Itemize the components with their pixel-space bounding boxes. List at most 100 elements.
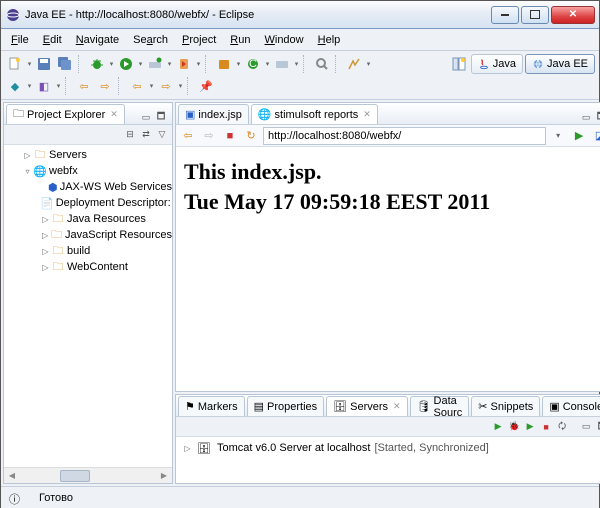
dropdown-icon[interactable]: ▾ [55, 82, 62, 90]
view-menu-button[interactable]: ▽ [155, 128, 169, 142]
tree-item-dd[interactable]: 📄Deployment Descriptor: s [4, 195, 172, 211]
menu-edit[interactable]: Edit [37, 32, 68, 48]
maximize-view-button[interactable]: 🗖 [154, 110, 168, 124]
profile-server-button[interactable]: ▶ [523, 420, 537, 434]
browser-fwd-button[interactable]: ⇨ [200, 127, 218, 145]
menu-search[interactable]: Search [127, 32, 174, 48]
open-perspective-button[interactable] [449, 54, 469, 74]
tree-item-webcontent[interactable]: ▷🗀WebContent [4, 259, 172, 275]
run-server-dropdown[interactable]: ▾ [166, 60, 173, 68]
toggle-breadcrumb-button[interactable]: ◆ [5, 76, 25, 96]
debug-dropdown[interactable]: ▾ [108, 60, 115, 68]
menu-window[interactable]: Window [258, 32, 309, 48]
tree-item-build[interactable]: ▷🗀build [4, 243, 172, 259]
tab-snippets[interactable]: ✂Snippets [471, 396, 540, 416]
new-package-button[interactable] [214, 54, 234, 74]
tab-markers[interactable]: ⚑Markers [178, 396, 245, 416]
publish-server-button[interactable]: 🗘 [555, 420, 569, 434]
scroll-left-icon[interactable]: ◀ [4, 469, 20, 483]
start-server-button[interactable]: ▶ [491, 420, 505, 434]
url-dropdown[interactable]: ▾ [549, 127, 567, 145]
new-button[interactable] [5, 54, 25, 74]
external-tools-dropdown[interactable]: ▾ [195, 60, 202, 68]
perspective-java[interactable]: Java [471, 54, 523, 74]
url-input[interactable] [263, 127, 546, 145]
debug-button[interactable] [87, 54, 107, 74]
tab-console[interactable]: ▣Console [542, 396, 600, 416]
history-back-button[interactable]: ⇦ [127, 76, 147, 96]
open-type-button[interactable] [312, 54, 332, 74]
new-server-button[interactable] [272, 54, 292, 74]
menu-run[interactable]: Run [224, 32, 256, 48]
menu-navigate[interactable]: Navigate [70, 32, 125, 48]
tree-item-jaxws[interactable]: ⬢JAX-WS Web Services [4, 179, 172, 195]
external-tools-button[interactable] [174, 54, 194, 74]
nav-back-button[interactable]: ⇦ [74, 76, 94, 96]
tab-datasource[interactable]: 🛢Data Sourc [410, 396, 470, 416]
search-button[interactable] [344, 54, 364, 74]
close-icon[interactable]: ✕ [110, 109, 118, 120]
server-row[interactable]: ▷ 🗄 Tomcat v6.0 Server at localhost [Sta… [176, 439, 600, 457]
project-explorer-tab[interactable]: 🗀 Project Explorer ✕ [6, 104, 125, 124]
stop-server-button[interactable]: ■ [539, 420, 553, 434]
minimize-view-button[interactable]: ▭ [579, 110, 593, 124]
close-icon[interactable]: ✕ [363, 109, 371, 120]
tree-item-jsres[interactable]: ▷🗀JavaScript Resources [4, 227, 172, 243]
new-class-button[interactable]: C [243, 54, 263, 74]
perspective-javaee[interactable]: Java EE [525, 54, 595, 74]
browser-home-button[interactable]: ◪ [591, 127, 600, 145]
editor-tab-stimulsoft[interactable]: 🌐stimulsoft reports✕ [251, 104, 378, 124]
new-class-dropdown[interactable]: ▾ [264, 60, 271, 68]
scroll-right-icon[interactable]: ▶ [156, 469, 172, 483]
debug-server-button[interactable]: 🐞 [507, 420, 521, 434]
dropdown-icon[interactable]: ▾ [26, 82, 33, 90]
save-button[interactable] [34, 54, 54, 74]
pin-button[interactable]: 📌 [196, 76, 216, 96]
menu-help[interactable]: Help [312, 32, 347, 48]
menu-file[interactable]: File [5, 32, 35, 48]
toggle-mark-button[interactable]: ◧ [34, 76, 54, 96]
minimize-button[interactable] [491, 6, 519, 24]
close-button[interactable] [551, 6, 595, 24]
browser-icon: 🌐 [258, 108, 272, 121]
history-fwd-button[interactable]: ⇨ [156, 76, 176, 96]
nav-fwd-button[interactable]: ⇨ [95, 76, 115, 96]
close-icon[interactable]: ✕ [393, 401, 401, 412]
collapse-all-button[interactable]: ⊟ [123, 128, 137, 142]
new-server-dropdown[interactable]: ▾ [293, 60, 300, 68]
run-dropdown[interactable]: ▾ [137, 60, 144, 68]
maximize-button[interactable] [521, 6, 549, 24]
tree-item-javares[interactable]: ▷🗀Java Resources [4, 211, 172, 227]
servers-icon: 🗄 [333, 400, 347, 413]
tree-item-servers[interactable]: ▷🗀Servers [4, 147, 172, 163]
new-dropdown[interactable]: ▾ [26, 60, 33, 68]
dropdown-icon[interactable]: ▾ [148, 82, 155, 90]
new-package-dropdown[interactable]: ▾ [235, 60, 242, 68]
tab-servers[interactable]: 🗄Servers✕ [326, 396, 407, 416]
webservice-icon: ⬢ [48, 180, 58, 194]
browser-refresh-button[interactable]: ↻ [242, 127, 260, 145]
project-tree[interactable]: ▷🗀Servers ▿🌐webfx ⬢JAX-WS Web Services 📄… [4, 147, 172, 275]
scroll-thumb[interactable] [60, 470, 90, 482]
saveall-button[interactable] [55, 54, 75, 74]
tree-item-webfx[interactable]: ▿🌐webfx [4, 163, 172, 179]
editor-tab-index[interactable]: ▣index.jsp [178, 104, 249, 124]
maximize-view-button[interactable]: 🗖 [595, 420, 600, 434]
run-server-button[interactable] [145, 54, 165, 74]
horizontal-scrollbar[interactable]: ◀ ▶ [4, 467, 172, 483]
run-button[interactable] [116, 54, 136, 74]
folder-icon: 🗀 [51, 260, 65, 274]
link-editor-button[interactable]: ⇄ [139, 128, 153, 142]
menu-project[interactable]: Project [176, 32, 222, 48]
browser-back-button[interactable]: ⇦ [179, 127, 197, 145]
go-button[interactable]: ▶ [570, 127, 588, 145]
minimize-view-button[interactable]: ▭ [139, 110, 153, 124]
dropdown-icon[interactable]: ▾ [177, 82, 184, 90]
status-icon: ⓘ [9, 491, 23, 505]
tab-properties[interactable]: ▤Properties [247, 396, 325, 416]
tab-label: Data Sourc [434, 395, 463, 419]
minimize-view-button[interactable]: ▭ [579, 420, 593, 434]
maximize-view-button[interactable]: 🗖 [594, 110, 600, 124]
search-dropdown[interactable]: ▾ [365, 60, 372, 68]
browser-stop-button[interactable]: ■ [221, 127, 239, 145]
